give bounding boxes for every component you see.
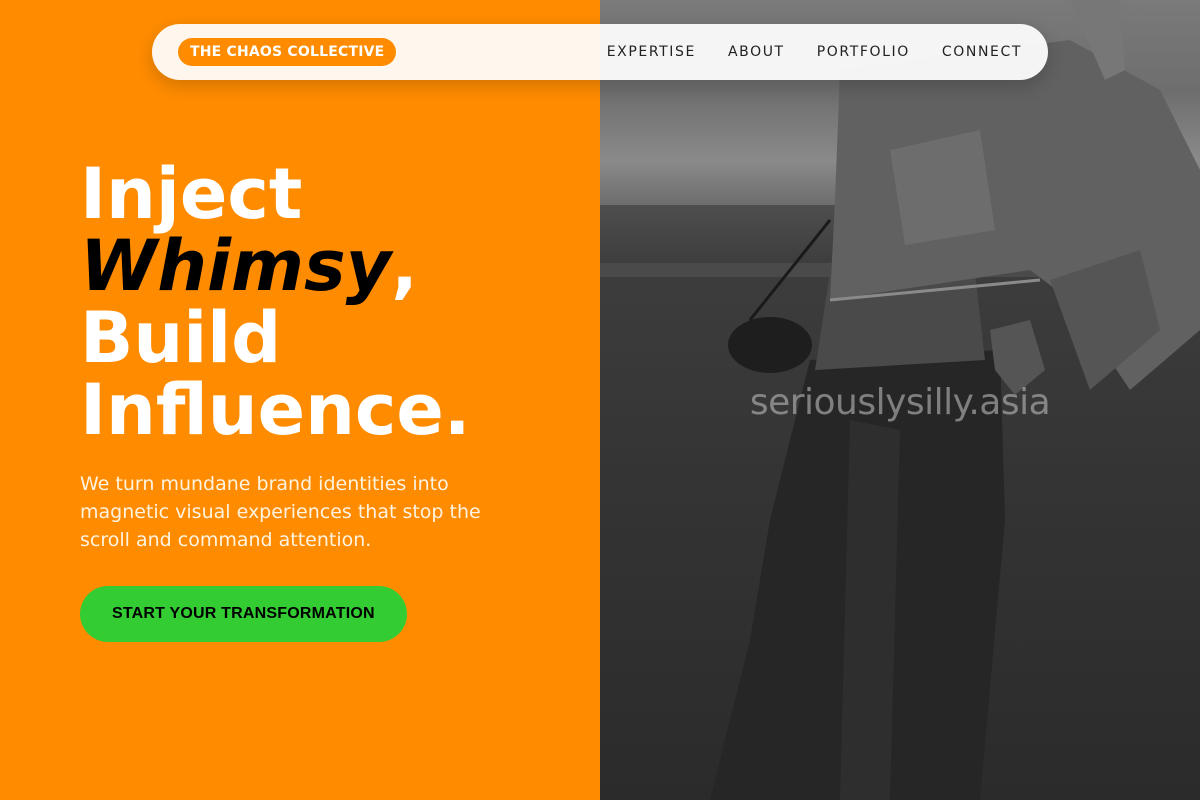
nav-links: EXPERTISE ABOUT PORTFOLIO CONNECT	[607, 44, 1022, 60]
hero-accent-word: Whimsy	[80, 225, 392, 307]
hero-subtitle: We turn mundane brand identities into ma…	[80, 473, 481, 551]
hero-heading-line-4: Influence.	[80, 369, 471, 451]
hero-heading: Inject Whimsy, Build Influence.	[80, 158, 470, 446]
brand-logo[interactable]: THE CHAOS COLLECTIVE	[178, 38, 397, 66]
start-transformation-button[interactable]: START YOUR TRANSFORMATION	[80, 586, 407, 642]
hero-accent-punct: ,	[391, 225, 418, 307]
nav-link-expertise[interactable]: EXPERTISE	[607, 44, 696, 60]
landing-page: seriouslysilly.asia THE CHAOS COLLECTIVE…	[0, 0, 1200, 800]
hero-heading-line-2: Whimsy,	[80, 230, 470, 302]
hero-heading-line-1: Inject	[80, 153, 303, 235]
photo-watermark: seriouslysilly.asia	[749, 382, 1051, 423]
nav-link-about[interactable]: ABOUT	[728, 44, 785, 60]
hero-heading-line-3: Build	[80, 297, 282, 379]
nav-link-connect[interactable]: CONNECT	[942, 44, 1022, 60]
nav-link-portfolio[interactable]: PORTFOLIO	[817, 44, 910, 60]
top-navbar: THE CHAOS COLLECTIVE EXPERTISE ABOUT POR…	[152, 24, 1048, 80]
